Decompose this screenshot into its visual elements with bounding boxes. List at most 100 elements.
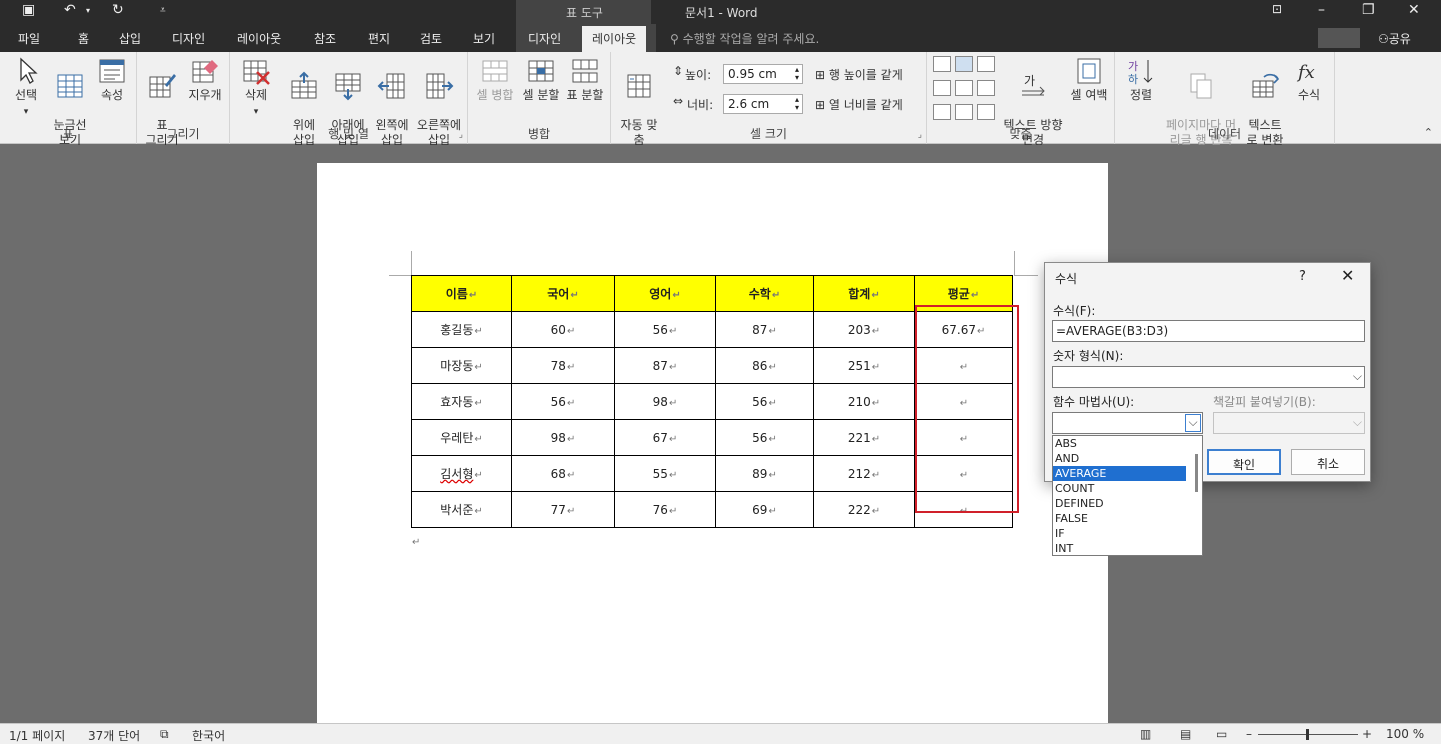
word-count[interactable]: 37개 단어 bbox=[88, 727, 140, 744]
paste-function-select[interactable]: ⌵ bbox=[1052, 412, 1203, 434]
print-layout-icon[interactable]: ▤ bbox=[1180, 727, 1191, 741]
table-cell[interactable]: 78↵ bbox=[511, 347, 615, 384]
cell-size-launcher-icon[interactable]: ⌟ bbox=[918, 130, 922, 140]
read-mode-icon[interactable]: ▥ bbox=[1140, 727, 1151, 741]
list-item[interactable]: INT bbox=[1053, 541, 1186, 555]
table-cell[interactable]: 김서형↵ bbox=[411, 455, 512, 492]
tab-review[interactable]: 검토 bbox=[420, 30, 442, 47]
table-cell[interactable]: 212↵ bbox=[813, 455, 915, 492]
list-item-selected[interactable]: AVERAGE bbox=[1053, 466, 1186, 481]
table-cell[interactable]: 60↵ bbox=[511, 311, 615, 348]
align-bottom-center-icon[interactable] bbox=[955, 104, 973, 120]
table-cell[interactable]: 221↵ bbox=[813, 419, 915, 456]
customize-toolbar-icon[interactable]: ⩡ bbox=[160, 5, 166, 16]
chevron-down-icon[interactable]: ⌵ bbox=[1185, 414, 1201, 432]
header-cell[interactable]: 영어↵ bbox=[614, 275, 716, 312]
list-item[interactable]: COUNT bbox=[1053, 481, 1186, 496]
restore-icon[interactable]: ❐ bbox=[1362, 2, 1375, 18]
header-cell[interactable]: 이름↵ bbox=[411, 275, 512, 312]
tab-insert[interactable]: 삽입 bbox=[119, 30, 141, 47]
sort-button[interactable]: 가하 정렬 bbox=[1123, 56, 1159, 103]
cell-margins-button[interactable]: 셀 여백 bbox=[1067, 56, 1111, 103]
select-button[interactable]: 선택 ▾ bbox=[8, 56, 44, 120]
tab-design[interactable]: 디자인 bbox=[172, 30, 205, 47]
align-top-right-icon[interactable] bbox=[977, 56, 995, 72]
table-cell[interactable]: 55↵ bbox=[614, 455, 716, 492]
table-cell[interactable]: 우레탄↵ bbox=[411, 419, 512, 456]
zoom-out-icon[interactable]: – bbox=[1246, 727, 1252, 741]
column-width-input[interactable]: 2.6 cm ▴ ▾ bbox=[723, 94, 803, 114]
align-bottom-right-icon[interactable] bbox=[977, 104, 995, 120]
number-format-select[interactable]: ⌵ bbox=[1052, 366, 1365, 388]
avatar[interactable] bbox=[1318, 28, 1360, 48]
merge-cells-button[interactable]: 셀 병합 bbox=[474, 56, 516, 103]
eraser-button[interactable]: 지우개 bbox=[185, 56, 225, 103]
table-cell[interactable]: 56↵ bbox=[715, 419, 814, 456]
undo-icon[interactable]: ↶ bbox=[64, 2, 76, 18]
align-bottom-left-icon[interactable] bbox=[933, 104, 951, 120]
list-item[interactable]: IF bbox=[1053, 526, 1186, 541]
tab-file[interactable]: 파일 bbox=[18, 30, 40, 47]
align-top-center-icon[interactable] bbox=[955, 56, 973, 72]
table-cell[interactable]: 56↵ bbox=[511, 383, 615, 420]
collapse-ribbon-icon[interactable]: ⌃ bbox=[1424, 126, 1433, 139]
list-scrollbar[interactable] bbox=[1195, 454, 1198, 492]
table-cell[interactable]: 홍길동↵ bbox=[411, 311, 512, 348]
tab-layout[interactable]: 레이아웃 bbox=[237, 30, 281, 47]
rows-columns-launcher-icon[interactable]: ⌟ bbox=[459, 130, 463, 140]
properties-button[interactable]: 속성 bbox=[94, 56, 130, 103]
ribbon-display-icon[interactable]: ⊡ bbox=[1272, 2, 1282, 16]
table-cell[interactable]: 87↵ bbox=[715, 311, 814, 348]
align-center-left-icon[interactable] bbox=[933, 80, 951, 96]
close-icon[interactable]: ✕ bbox=[1408, 2, 1420, 18]
table-cell[interactable]: 98↵ bbox=[511, 419, 615, 456]
table-cell[interactable]: 마장동↵ bbox=[411, 347, 512, 384]
table-cell[interactable]: 76↵ bbox=[614, 491, 716, 528]
redo-icon[interactable]: ↻ bbox=[112, 2, 124, 18]
share-button[interactable]: ⚇공유 bbox=[1378, 30, 1411, 47]
table-cell[interactable]: 효자동↵ bbox=[411, 383, 512, 420]
tab-table-layout[interactable]: 레이아웃 bbox=[582, 26, 647, 52]
table-cell[interactable]: 56↵ bbox=[715, 383, 814, 420]
proofing-icon[interactable]: ⧉ bbox=[160, 727, 169, 742]
list-item[interactable]: AND bbox=[1053, 451, 1186, 466]
undo-dropdown-icon[interactable]: ▾ bbox=[86, 6, 90, 15]
tab-table-design[interactable]: 디자인 bbox=[528, 30, 561, 47]
web-layout-icon[interactable]: ▭ bbox=[1216, 727, 1227, 741]
list-item[interactable]: DEFINED bbox=[1053, 496, 1186, 511]
align-center-icon[interactable] bbox=[955, 80, 973, 96]
header-cell[interactable]: 수학↵ bbox=[715, 275, 814, 312]
list-item[interactable]: ABS bbox=[1053, 436, 1186, 451]
zoom-level[interactable]: 100 % bbox=[1386, 727, 1424, 741]
tab-home[interactable]: 홈 bbox=[78, 30, 89, 47]
distribute-columns-button[interactable]: ⊞ 열 너비를 같게 bbox=[815, 96, 903, 113]
align-top-left-icon[interactable] bbox=[933, 56, 951, 72]
table-cell[interactable]: 56↵ bbox=[614, 311, 716, 348]
table-cell[interactable]: 210↵ bbox=[813, 383, 915, 420]
tab-references[interactable]: 참조 bbox=[314, 30, 336, 47]
align-center-right-icon[interactable] bbox=[977, 80, 995, 96]
table-cell[interactable]: 98↵ bbox=[614, 383, 716, 420]
paste-bookmark-select[interactable]: ⌵ bbox=[1213, 412, 1365, 434]
table-cell[interactable]: 박서준↵ bbox=[411, 491, 512, 528]
list-item[interactable]: FALSE bbox=[1053, 511, 1186, 526]
zoom-in-icon[interactable]: + bbox=[1362, 727, 1372, 741]
table-cell[interactable]: 68↵ bbox=[511, 455, 615, 492]
save-icon[interactable]: ▣ bbox=[22, 2, 35, 18]
row-height-input[interactable]: 0.95 cm ▴ ▾ bbox=[723, 64, 803, 84]
cancel-button[interactable]: 취소 bbox=[1291, 449, 1365, 475]
distribute-rows-button[interactable]: ⊞ 행 높이를 같게 bbox=[815, 66, 903, 83]
table-cell[interactable]: 89↵ bbox=[715, 455, 814, 492]
table-cell[interactable]: 87↵ bbox=[614, 347, 716, 384]
header-cell[interactable]: 국어↵ bbox=[511, 275, 615, 312]
table-cell[interactable]: 86↵ bbox=[715, 347, 814, 384]
table-cell[interactable]: 77↵ bbox=[511, 491, 615, 528]
table-cell[interactable]: 222↵ bbox=[813, 491, 915, 528]
formula-button[interactable]: fx 수식 bbox=[1291, 56, 1327, 103]
split-table-button[interactable]: 표 분할 bbox=[564, 56, 606, 103]
ok-button[interactable]: 확인 bbox=[1207, 449, 1281, 475]
table-cell[interactable]: 69↵ bbox=[715, 491, 814, 528]
delete-button[interactable]: 삭제 ▾ bbox=[236, 56, 276, 120]
tell-me-search[interactable]: ⚲ 수행할 작업을 알려 주세요. bbox=[670, 30, 819, 47]
minimize-icon[interactable]: – bbox=[1318, 2, 1325, 18]
